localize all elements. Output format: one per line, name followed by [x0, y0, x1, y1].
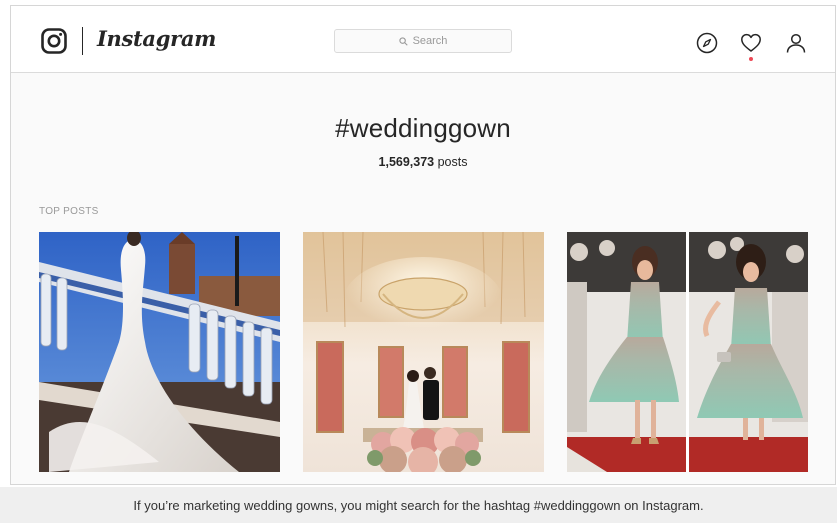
- browser-frame: Instagram Search #weddinggown 1,569,373 …: [10, 5, 836, 485]
- post-count-number: 1,569,373: [378, 155, 435, 169]
- hashtag-title: #weddinggown: [335, 113, 511, 143]
- search-icon: [398, 36, 408, 46]
- top-post-3[interactable]: [567, 232, 808, 472]
- post-image-couple-chandelier: [303, 232, 544, 472]
- instagram-glyph-icon[interactable]: [41, 28, 67, 54]
- notification-dot: [749, 57, 753, 61]
- search-input[interactable]: Search: [334, 29, 512, 53]
- post-image-mint-dress: [567, 232, 808, 472]
- figure-caption: If you’re marketing wedding gowns, you m…: [0, 487, 837, 523]
- post-count: 1,569,373 posts: [11, 155, 835, 169]
- top-posts-label: TOP POSTS: [39, 206, 99, 217]
- activity-heart-icon[interactable]: [740, 32, 762, 54]
- post-count-suffix: posts: [434, 155, 468, 169]
- screenshot: Instagram Search #weddinggown 1,569,373 …: [0, 0, 837, 523]
- top-post-1[interactable]: [39, 232, 280, 472]
- post-image-bride-balustrade: [39, 232, 280, 472]
- top-post-2[interactable]: [303, 232, 544, 472]
- profile-icon[interactable]: [785, 32, 807, 54]
- instagram-wordmark[interactable]: Instagram: [97, 26, 216, 51]
- explore-compass-icon[interactable]: [696, 32, 718, 54]
- top-navigation-bar: Instagram Search: [11, 6, 835, 73]
- search-placeholder: Search: [412, 35, 448, 47]
- logo-separator: [82, 27, 83, 55]
